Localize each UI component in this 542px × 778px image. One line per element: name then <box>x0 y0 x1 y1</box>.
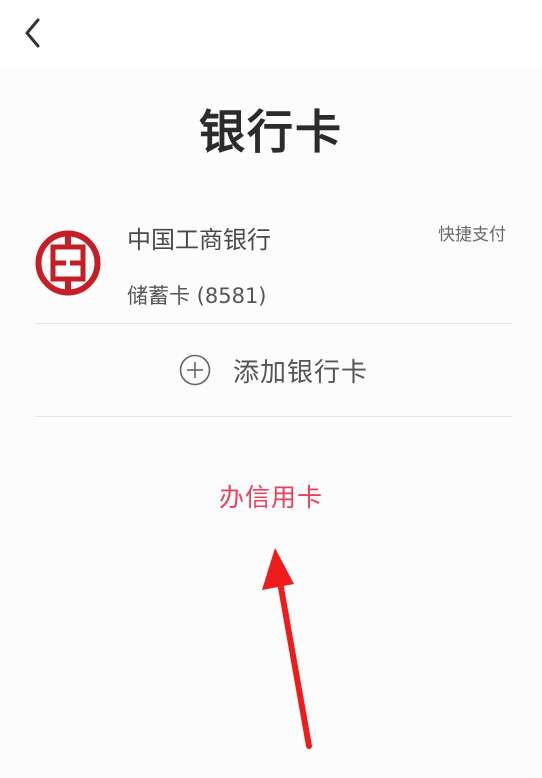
bank-name: 中国工商银行 <box>127 226 271 254</box>
bank-card-item[interactable]: 中国工商银行 储蓄卡 (8581) 快捷支付 <box>35 206 512 324</box>
icbc-logo-icon <box>35 230 101 296</box>
apply-credit-card-link[interactable]: 办信用卡 <box>0 478 542 514</box>
card-type-number: 储蓄卡 (8581) <box>127 284 267 308</box>
page-title: 银行卡 <box>199 105 343 159</box>
add-bank-card-label: 添加银行卡 <box>232 357 368 388</box>
back-button[interactable] <box>16 14 50 52</box>
plus-circle-icon <box>179 354 211 386</box>
bank-cards-page: 银行卡 中国工商银行 储蓄卡 (8581) 快捷支付 添加银行卡 办信用卡 <box>0 0 542 778</box>
chevron-left-icon <box>25 18 40 48</box>
quick-pay-badge: 快捷支付 <box>438 225 506 245</box>
add-bank-card-button[interactable]: 添加银行卡 <box>35 324 512 417</box>
top-bar <box>0 0 542 68</box>
